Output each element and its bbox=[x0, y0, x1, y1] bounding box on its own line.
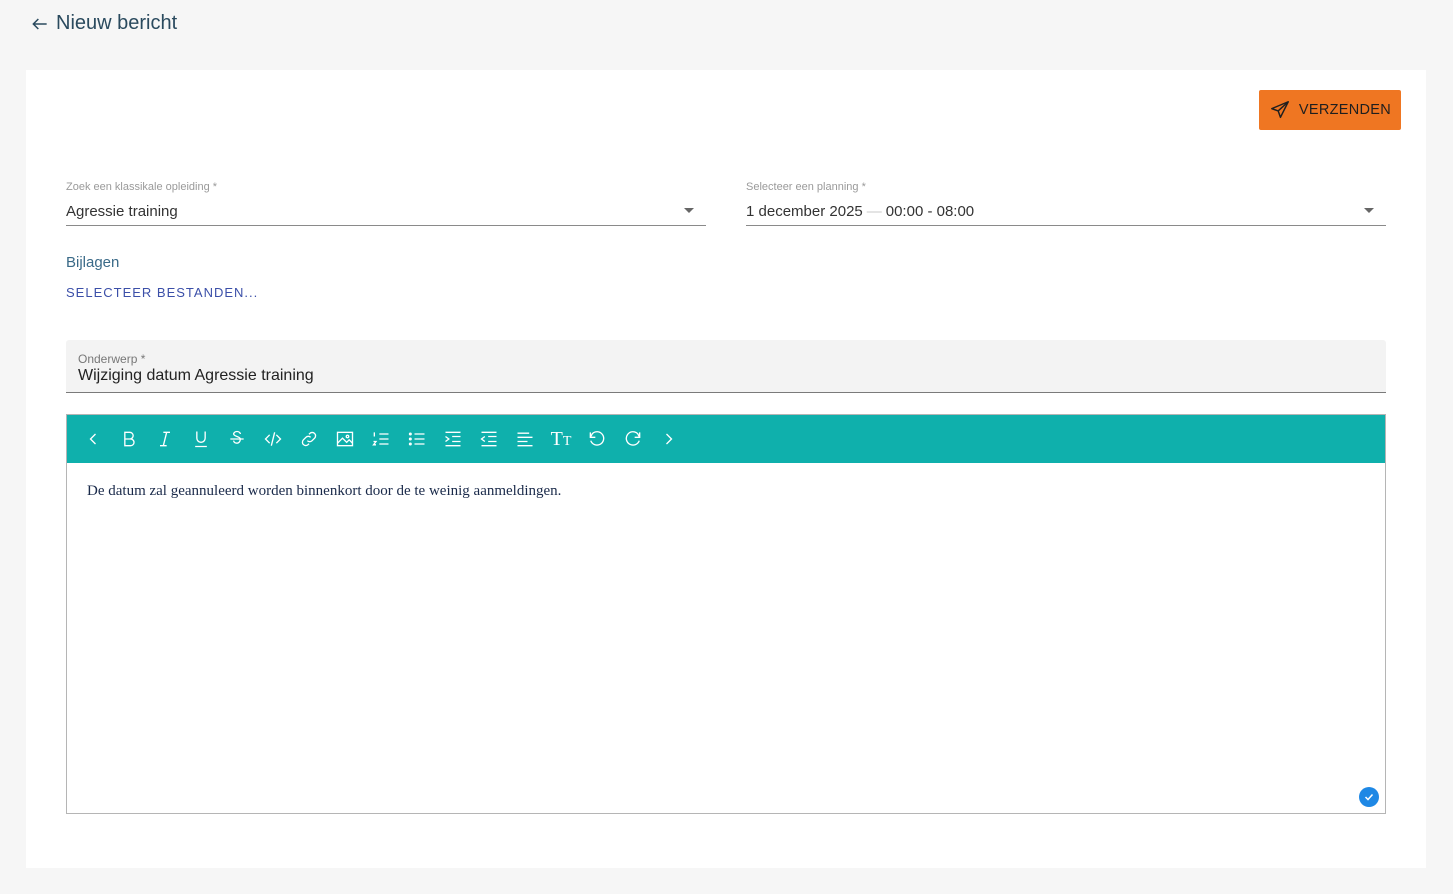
editor-content[interactable]: De datum zal geannuleerd worden binnenko… bbox=[67, 463, 1385, 520]
send-icon bbox=[1270, 101, 1289, 119]
redo-icon[interactable] bbox=[615, 421, 651, 457]
opleiding-value: Agressie training bbox=[66, 203, 178, 220]
subject-field[interactable]: Onderwerp * bbox=[66, 340, 1386, 393]
unordered-list-icon[interactable] bbox=[399, 421, 435, 457]
planning-separator: — bbox=[866, 203, 882, 220]
planning-label: Selecteer een planning * bbox=[746, 181, 866, 193]
attachments-label: Bijlagen bbox=[66, 254, 120, 271]
subject-label: Onderwerp * bbox=[78, 352, 146, 366]
link-icon[interactable] bbox=[291, 421, 327, 457]
chevron-left-icon[interactable] bbox=[75, 421, 111, 457]
align-left-icon[interactable] bbox=[507, 421, 543, 457]
opleiding-select[interactable]: Zoek een klassikale opleiding * Agressie… bbox=[66, 181, 706, 226]
opleiding-label: Zoek een klassikale opleiding * bbox=[66, 181, 218, 193]
strikethrough-icon[interactable] bbox=[219, 421, 255, 457]
image-icon[interactable] bbox=[327, 421, 363, 457]
planning-select[interactable]: Selecteer een planning * 1 december 2025… bbox=[746, 181, 1386, 226]
page-title: Nieuw bericht bbox=[56, 12, 178, 34]
underline-icon[interactable] bbox=[183, 421, 219, 457]
arrow-left-icon bbox=[32, 17, 47, 30]
outdent-icon[interactable] bbox=[471, 421, 507, 457]
send-button[interactable]: VERZENDEN bbox=[1259, 90, 1401, 130]
planning-value: 1 december 2025—00:00 - 08:00 bbox=[746, 203, 974, 220]
message-card: VERZENDEN Zoek een klassikale opleiding … bbox=[26, 70, 1426, 868]
undo-icon[interactable] bbox=[579, 421, 615, 457]
italic-icon[interactable] bbox=[147, 421, 183, 457]
planning-date: 1 december 2025 bbox=[746, 203, 863, 220]
send-label: VERZENDEN bbox=[1298, 102, 1392, 118]
code-icon[interactable] bbox=[255, 421, 291, 457]
planning-time: 00:00 - 08:00 bbox=[885, 203, 975, 220]
back-button[interactable]: Nieuw bericht bbox=[30, 12, 177, 35]
ordered-list-icon[interactable] bbox=[363, 421, 399, 457]
bold-icon[interactable] bbox=[111, 421, 147, 457]
editor-toolbar: TT bbox=[67, 415, 1385, 463]
text-size-icon[interactable]: TT bbox=[543, 421, 579, 457]
caret-down-icon bbox=[1364, 208, 1374, 213]
chevron-right-icon[interactable] bbox=[651, 421, 687, 457]
rich-text-editor[interactable]: TT De datum zal geannuleerd worden binne… bbox=[66, 414, 1386, 814]
check-icon bbox=[1359, 787, 1379, 807]
caret-down-icon bbox=[684, 208, 694, 213]
indent-icon[interactable] bbox=[435, 421, 471, 457]
subject-input[interactable] bbox=[78, 367, 1368, 385]
select-files-button[interactable]: SELECTEER BESTANDEN... bbox=[66, 285, 258, 300]
